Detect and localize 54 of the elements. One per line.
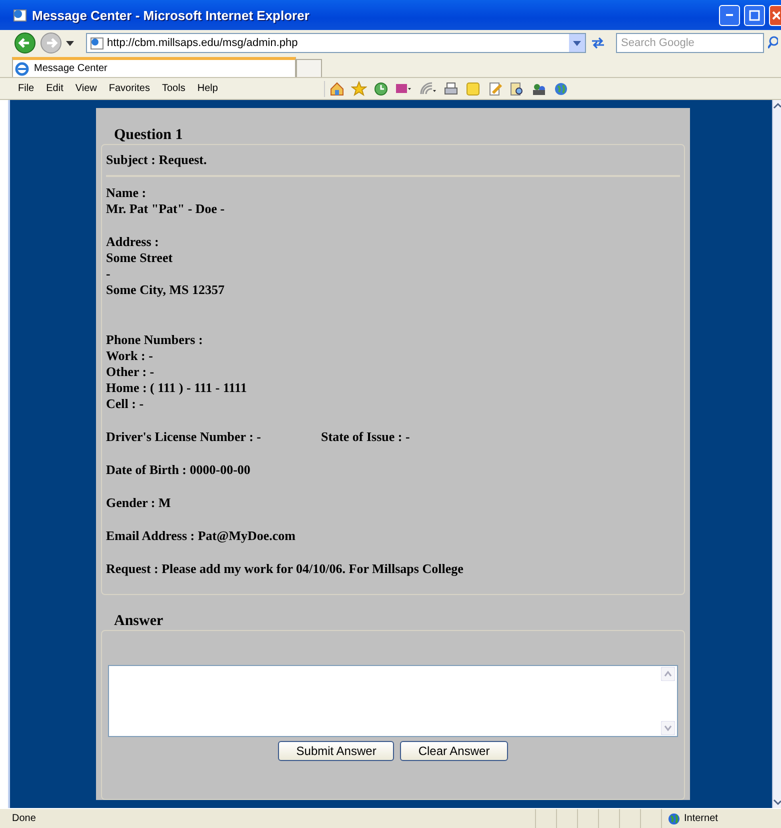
minimize-icon <box>726 14 733 16</box>
section-legend: Question 1 <box>114 127 685 144</box>
printer-icon[interactable] <box>442 80 459 96</box>
home-icon[interactable] <box>328 80 345 96</box>
globe-icon[interactable] <box>552 80 569 96</box>
page-search-icon[interactable] <box>508 80 525 96</box>
ie-page-icon <box>12 7 28 23</box>
field-text: State of Issue : - <box>321 429 410 445</box>
feed-icon[interactable] <box>418 80 437 96</box>
field-text: Mr. Pat "Pat" - Doe - <box>106 201 226 217</box>
field-text: Gender : M <box>106 495 172 511</box>
address-field[interactable]: http://cbm.millsaps.edu/msg/admin.php <box>86 33 586 53</box>
edit-page-icon[interactable] <box>486 80 503 96</box>
field-text: Email Address : Pat@MyDoe.com <box>106 528 296 544</box>
maximize-button[interactable] <box>744 4 765 26</box>
field-text: Other : - <box>106 364 156 380</box>
field-text: Address : <box>106 234 160 250</box>
search-field[interactable]: Search Google <box>616 33 764 53</box>
window-title: Message Center - Microsoft Internet Explorer <box>32 8 310 22</box>
field-text: Driver's License Number : - <box>106 429 262 445</box>
close-button[interactable] <box>769 4 781 26</box>
menu-item[interactable]: Tools <box>156 83 192 94</box>
globe-icon <box>668 812 680 824</box>
back-icon[interactable] <box>14 32 36 54</box>
section-legend: Answer <box>114 613 685 630</box>
minimize-button[interactable] <box>719 4 740 26</box>
dropdown-arrow-icon[interactable] <box>66 40 74 46</box>
menu-item[interactable]: Favorites <box>102 83 156 94</box>
field-text: Phone Numbers : <box>106 332 204 348</box>
search-icon[interactable] <box>768 36 778 50</box>
field-text: Date of Birth : 0000-00-00 <box>106 462 252 478</box>
star-icon[interactable] <box>350 80 367 96</box>
browser-tab[interactable]: Message Center <box>12 57 296 77</box>
field-text: Cell : - <box>106 396 145 412</box>
menu-item[interactable]: File <box>12 83 40 94</box>
answer-button[interactable]: Submit Answer <box>278 741 394 761</box>
zone-text: Internet <box>684 813 718 824</box>
field-text: Name : <box>106 185 148 201</box>
close-icon <box>772 10 780 20</box>
menu-item[interactable]: Help <box>191 83 224 94</box>
field-text: Some City, MS 12357 <box>106 282 226 298</box>
menu-item[interactable]: View <box>69 83 103 94</box>
menu-item[interactable]: Edit <box>40 83 70 94</box>
field-text: Home : ( 111 ) - 111 - 1111 <box>106 380 248 396</box>
answer-button[interactable]: Clear Answer <box>400 741 508 761</box>
field-text: - <box>106 266 112 282</box>
field-text: Some Street <box>106 250 174 266</box>
subject-text: Subject : Request. <box>106 152 208 169</box>
status-text: Done <box>12 813 37 824</box>
refresh-arrows-icon[interactable] <box>590 36 606 50</box>
maximize-icon <box>749 10 760 20</box>
ie-page-icon <box>90 36 104 50</box>
field-text: Work : - <box>106 348 154 364</box>
field-text: Request : Please add my work for 04/10/06. For Millsaps College <box>106 561 464 577</box>
